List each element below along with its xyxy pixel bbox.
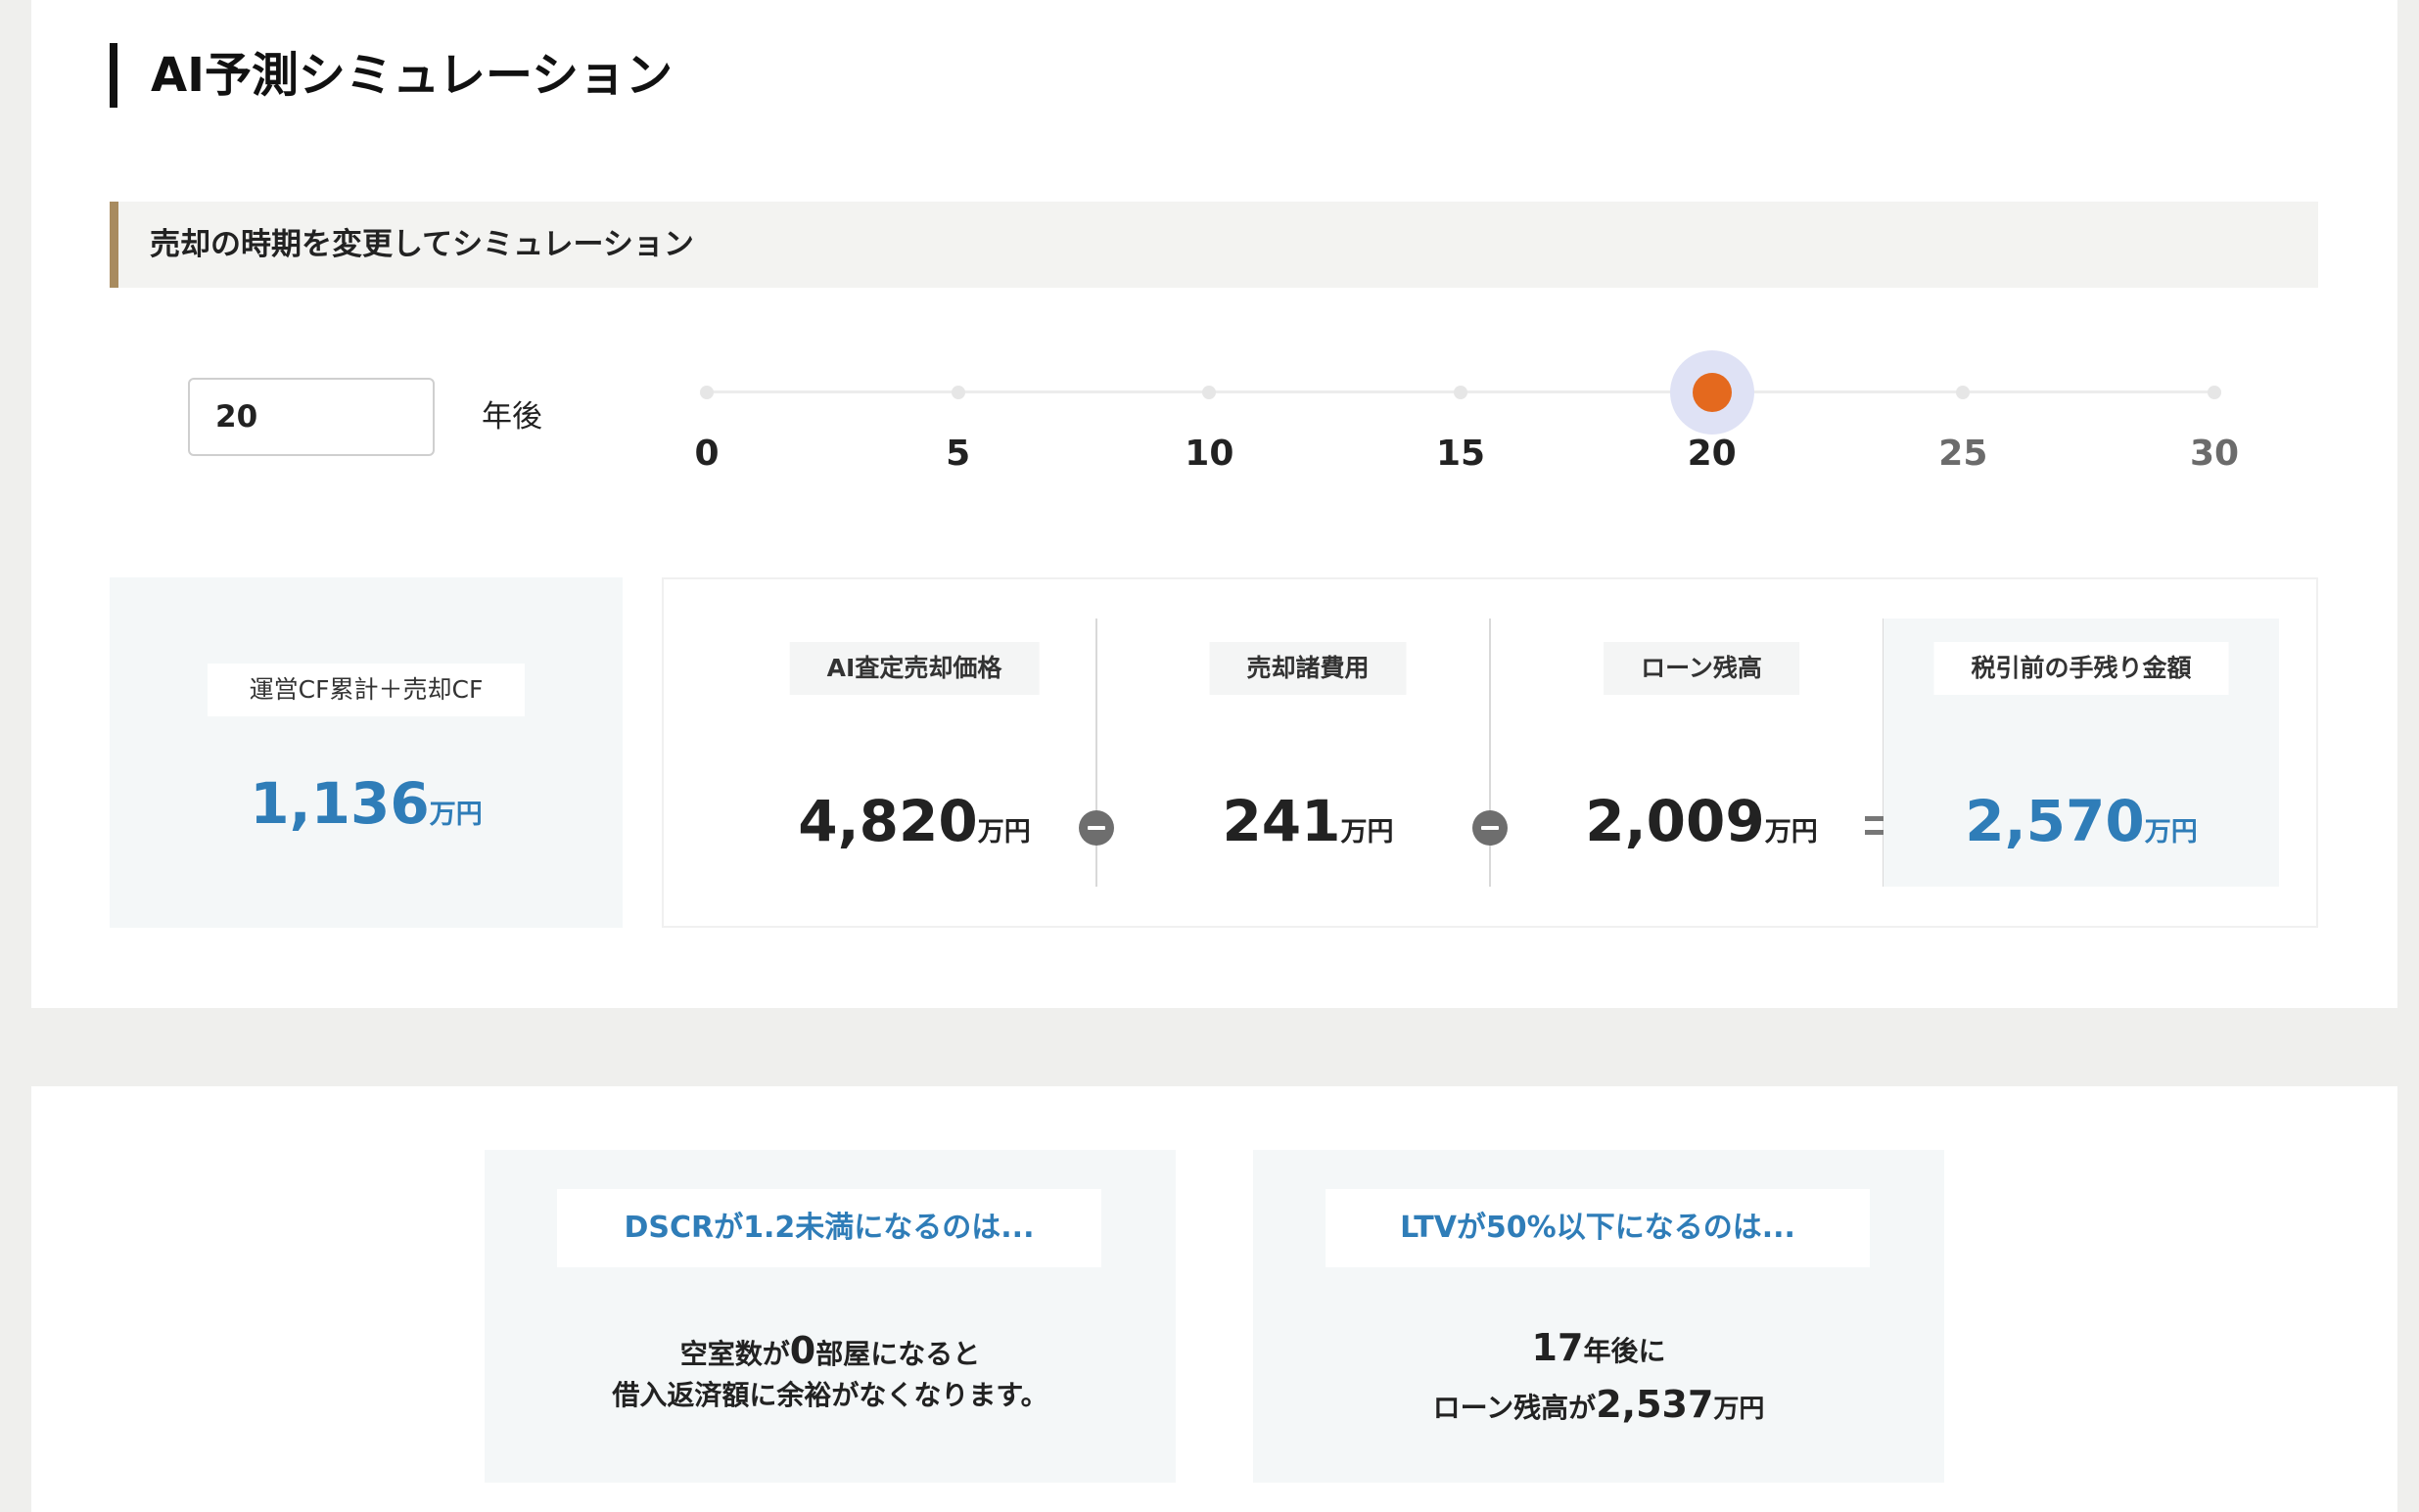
slider-tick-dot[interactable] — [951, 386, 965, 399]
slider-tick-label: 25 — [1938, 434, 1988, 474]
loan-balance-number: 2,009 — [1585, 788, 1765, 854]
net-proceeds-label: 税引前の手残り金額 — [1933, 642, 2229, 695]
slider-tick-dot[interactable] — [2208, 386, 2221, 399]
ltv-line-1: 17年後に — [1253, 1320, 1944, 1379]
sale-price-unit: 万円 — [977, 817, 1031, 848]
sale-price-value: 4,820万円 — [719, 787, 1110, 867]
dscr-line-1: 空室数が0部屋になると — [485, 1326, 1176, 1379]
year-unit-label: 年後 — [482, 399, 542, 435]
slider-tick-label: 30 — [2189, 434, 2240, 474]
year-input[interactable] — [188, 378, 435, 456]
ltv-card: LTVが50%以下になるのは... 17年後に ローン残高が2,537万円 — [1253, 1150, 1944, 1483]
sale-cost-unit: 万円 — [1340, 817, 1394, 848]
net-proceeds-number: 2,570 — [1965, 788, 2145, 854]
ltv-loan-balance: 2,537 — [1596, 1383, 1714, 1426]
loan-balance-label: ローン残高 — [1604, 642, 1799, 695]
net-proceeds-value: 2,570万円 — [1884, 787, 2279, 867]
slider-tick-label: 20 — [1687, 434, 1737, 474]
ltv-line1-post: 年後に — [1583, 1335, 1666, 1367]
year-slider[interactable]: 0 5 10 15 20 25 30 — [685, 350, 2242, 489]
dscr-line-2: 借入返済額に余裕がなくなります。 — [612, 1379, 1048, 1411]
slider-tick-label: 10 — [1185, 434, 1234, 474]
sale-cost-number: 241 — [1222, 788, 1341, 854]
ltv-unit: 万円 — [1713, 1395, 1765, 1424]
minus-icon — [1472, 810, 1508, 846]
ltv-years: 17 — [1531, 1326, 1584, 1369]
page-title: AI予測シミュレーション — [110, 43, 673, 108]
breakdown-loan-balance: ローン残高 2,009万円 — [1506, 619, 1897, 887]
sale-price-number: 4,820 — [798, 788, 978, 854]
minus-icon — [1079, 810, 1114, 846]
dscr-card: DSCRが1.2未満になるのは... 空室数が0部屋になると 借入返済額に余裕が… — [485, 1150, 1176, 1483]
loan-balance-unit: 万円 — [1764, 817, 1818, 848]
slider-tick-dot[interactable] — [1202, 386, 1217, 399]
loan-balance-value: 2,009万円 — [1506, 787, 1897, 867]
ltv-title: LTVが50%以下になるのは... — [1326, 1189, 1870, 1267]
slider-tick-label: 0 — [694, 434, 720, 474]
breakdown-sale-cost: 売却諸費用 241万円 — [1112, 619, 1504, 887]
net-proceeds-unit: 万円 — [2144, 817, 2198, 848]
summary-label: 運営CF累計＋売却CF — [208, 664, 525, 716]
sale-cost-label: 売却諸費用 — [1209, 642, 1407, 695]
dscr-line1-post: 部屋になると — [815, 1338, 981, 1370]
column-divider — [1095, 619, 1097, 887]
slider-tick-dot[interactable] — [1454, 386, 1467, 399]
summary-number: 1,136 — [250, 770, 430, 837]
summary-value: 1,136万円 — [110, 769, 623, 849]
slider-thumb[interactable] — [1692, 373, 1732, 412]
slider-tick-dot[interactable] — [700, 386, 714, 399]
summary-unit: 万円 — [429, 800, 483, 830]
slider-tick-dot[interactable] — [1956, 386, 1971, 399]
risk-panel — [31, 1086, 2397, 1512]
column-divider — [1489, 619, 1491, 887]
section-header: 売却の時期を変更してシミュレーション — [110, 202, 2318, 288]
ltv-line2-pre: ローン残高が — [1432, 1392, 1597, 1424]
sale-price-label: AI査定売却価格 — [789, 642, 1040, 695]
ltv-line-2: ローン残高が2,537万円 — [1253, 1377, 1944, 1437]
summary-card: 運営CF累計＋売却CF 1,136万円 — [110, 577, 623, 928]
dscr-title: DSCRが1.2未満になるのは... — [557, 1189, 1101, 1267]
slider-tick-label: 5 — [946, 434, 971, 474]
breakdown-net-proceeds: 税引前の手残り金額 2,570万円 — [1884, 619, 2279, 887]
sale-cost-value: 241万円 — [1112, 787, 1504, 867]
slider-tick-label: 15 — [1435, 434, 1486, 474]
dscr-line1-pre: 空室数が — [679, 1338, 790, 1370]
dscr-vacancy-count: 0 — [789, 1329, 816, 1372]
breakdown-card: AI査定売却価格 4,820万円 売却諸費用 241万円 ローン残高 2,009… — [662, 577, 2318, 928]
breakdown-sale-price: AI査定売却価格 4,820万円 — [719, 619, 1110, 887]
